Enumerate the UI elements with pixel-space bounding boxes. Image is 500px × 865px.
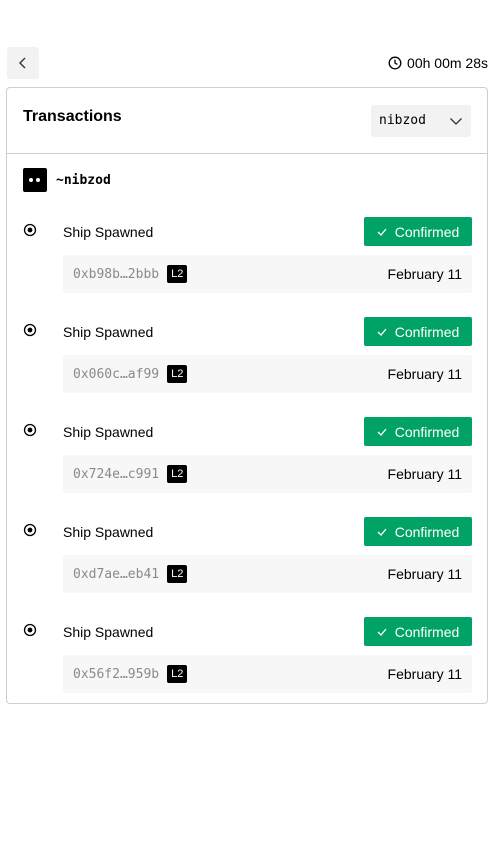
status-label: Confirmed [394,423,460,440]
transaction-detail: 0xb98b…2bbb L2 February 11 [63,255,472,293]
transaction-title: Ship Spawned [63,424,154,440]
radio-dot-icon [23,623,37,637]
status-label: Confirmed [394,623,460,640]
layer-badge: L2 [167,265,188,283]
hash-wrap: 0xd7ae…eb41 L2 [73,565,188,583]
transaction-title: Ship Spawned [63,624,154,640]
status-badge: Confirmed [364,617,472,646]
transaction-date: February 11 [387,266,462,282]
transaction-detail: 0x060c…af99 L2 February 11 [63,355,472,393]
timer-text: 00h 00m 28s [407,55,488,71]
hash-wrap: 0x724e…c991 L2 [73,465,188,483]
transaction-title: Ship Spawned [63,324,154,340]
transaction-date: February 11 [387,366,462,382]
status-label: Confirmed [394,523,460,540]
transaction-title: Ship Spawned [63,224,154,240]
transaction-item: Ship Spawned Confirmed 0xd7ae…eb41 L2 Fe… [23,517,472,595]
transaction-date: February 11 [387,466,462,482]
sigil-icon [23,168,47,192]
transaction-item: Ship Spawned Confirmed 0xb98b…2bbb L2 Fe… [23,217,472,295]
hash-wrap: 0x56f2…959b L2 [73,665,188,683]
transaction-detail: 0x56f2…959b L2 February 11 [63,655,472,693]
radio-dot-icon [23,223,37,237]
transaction-detail: 0xd7ae…eb41 L2 February 11 [63,555,472,593]
transaction-item: Ship Spawned Confirmed 0x724e…c991 L2 Fe… [23,417,472,495]
check-icon [377,628,387,636]
transaction-item: Ship Spawned Confirmed 0x060c…af99 L2 Fe… [23,317,472,395]
transactions-card: Transactions nibzod ~nibzod Ship Spawned… [6,87,488,704]
transaction-hash[interactable]: 0x060c…af99 [73,367,159,382]
check-icon [377,328,387,336]
transaction-date: February 11 [387,566,462,582]
radio-dot-icon [23,323,37,337]
transaction-detail: 0x724e…c991 L2 February 11 [63,455,472,493]
timer: 00h 00m 28s [388,55,488,71]
back-button[interactable] [7,47,39,79]
status-label: Confirmed [394,223,460,240]
chevron-down-icon [450,117,462,125]
transaction-date: February 11 [387,666,462,682]
ship-row: ~nibzod [23,168,111,192]
clock-icon [388,56,402,70]
check-icon [377,528,387,536]
chevron-left-icon [19,57,26,69]
radio-dot-icon [23,523,37,537]
layer-badge: L2 [167,465,188,483]
hash-wrap: 0x060c…af99 L2 [73,365,188,383]
transaction-hash[interactable]: 0xd7ae…eb41 [73,567,159,582]
transaction-hash[interactable]: 0x724e…c991 [73,467,159,482]
ship-select[interactable]: nibzod [371,104,471,137]
hash-wrap: 0xb98b…2bbb L2 [73,265,188,283]
check-icon [377,428,387,436]
status-badge: Confirmed [364,417,472,446]
transaction-hash[interactable]: 0xb98b…2bbb [73,267,159,282]
status-badge: Confirmed [364,517,472,546]
card-title: Transactions [23,107,122,125]
ship-name: ~nibzod [56,172,111,188]
transaction-hash[interactable]: 0x56f2…959b [73,667,159,682]
transaction-item: Ship Spawned Confirmed 0x56f2…959b L2 Fe… [23,617,472,695]
status-badge: Confirmed [364,317,472,346]
layer-badge: L2 [167,665,188,683]
top-bar: 00h 00m 28s [7,47,488,79]
layer-badge: L2 [167,565,188,583]
status-badge: Confirmed [364,217,472,246]
status-label: Confirmed [394,323,460,340]
transaction-title: Ship Spawned [63,524,154,540]
radio-dot-icon [23,423,37,437]
card-header: Transactions nibzod [7,88,487,154]
ship-select-value: nibzod [379,113,426,128]
layer-badge: L2 [167,365,188,383]
check-icon [377,228,387,236]
